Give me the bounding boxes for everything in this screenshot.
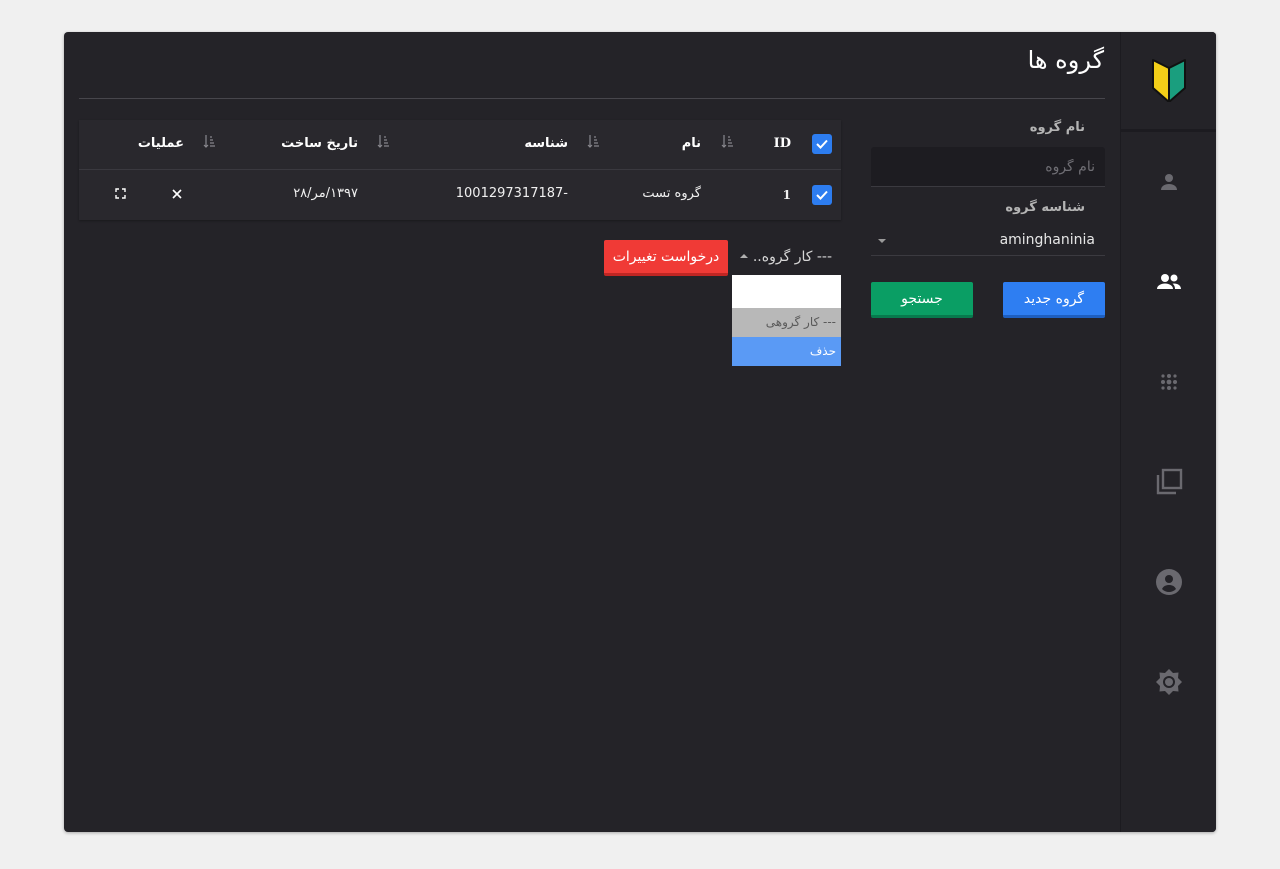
dots-grid-icon (1161, 374, 1177, 390)
row-id: 1 (782, 188, 791, 202)
sidebar-item-settings[interactable] (1153, 666, 1185, 698)
sidebar (1120, 32, 1216, 832)
app-window: گروه ها نام گروه شناسه گروه aminghaninia… (64, 32, 1216, 832)
apply-changes-button[interactable]: درخواست تغییرات (604, 240, 728, 276)
sort-icon[interactable] (203, 134, 217, 148)
chevron-down-icon (878, 239, 886, 243)
select-all-checkbox[interactable] (812, 134, 832, 154)
column-id[interactable]: ID (774, 136, 791, 151)
table-row[interactable]: 1 گروه تست -1001297317187 ۱۳۹۷/مر/۲۸ (79, 170, 841, 220)
sort-icon[interactable] (721, 134, 735, 148)
fullscreen-icon[interactable] (115, 188, 126, 199)
sort-icon[interactable] (587, 134, 601, 148)
group-name-input[interactable] (871, 147, 1105, 187)
settings-icon (1156, 669, 1182, 695)
dropdown-option-placeholder: --- کار گروهی (732, 308, 841, 337)
beginner-mark-icon (1152, 59, 1186, 102)
column-name[interactable]: نام (682, 136, 701, 151)
dropdown-option-delete[interactable]: حذف (732, 337, 841, 366)
sidebar-item-account[interactable] (1153, 566, 1185, 598)
column-identifier[interactable]: شناسه (524, 136, 568, 151)
row-created: ۱۳۹۷/مر/۲۸ (293, 186, 358, 201)
group-icon (1157, 274, 1181, 289)
bulk-action-dropdown: --- کار گروهی حذف (732, 275, 841, 366)
sidebar-item-dots[interactable] (1153, 366, 1185, 398)
row-checkbox[interactable] (812, 185, 832, 205)
check-icon (816, 139, 828, 149)
sidebar-item-library[interactable] (1153, 466, 1185, 498)
column-actions: عملیات (137, 136, 184, 151)
group-id-select[interactable]: aminghaninia (871, 226, 1105, 256)
account-circle-icon (1156, 569, 1182, 595)
table-header: ID نام شناسه تاریخ ساخت عملیات (79, 120, 841, 170)
divider (79, 98, 1105, 99)
sidebar-item-users[interactable] (1153, 166, 1185, 198)
check-icon (816, 190, 828, 200)
groups-table: ID نام شناسه تاریخ ساخت عملیات 1 گروه تس… (79, 120, 841, 220)
sort-icon[interactable] (377, 134, 391, 148)
library-icon (1156, 468, 1183, 495)
group-name-label: نام گروه (1029, 120, 1085, 135)
logo (1121, 32, 1216, 132)
page-title: گروه ها (1027, 46, 1104, 74)
bulk-action-value: --- کار گروه.. (752, 249, 832, 265)
group-id-value: aminghaninia (999, 232, 1095, 248)
row-identifier: -1001297317187 (455, 186, 568, 201)
close-icon[interactable] (171, 188, 183, 200)
new-group-button[interactable]: گروه جدید (1003, 282, 1105, 318)
dropdown-option-empty[interactable] (732, 275, 841, 308)
search-button[interactable]: جستجو (871, 282, 973, 318)
group-id-label: شناسه گروه (1005, 200, 1085, 215)
column-created[interactable]: تاریخ ساخت (281, 136, 358, 151)
sidebar-item-groups[interactable] (1153, 266, 1185, 298)
chevron-up-icon (740, 254, 748, 258)
row-name: گروه تست (642, 186, 701, 201)
bulk-action-select[interactable]: --- کار گروه.. (732, 242, 842, 272)
person-icon (1161, 174, 1177, 190)
